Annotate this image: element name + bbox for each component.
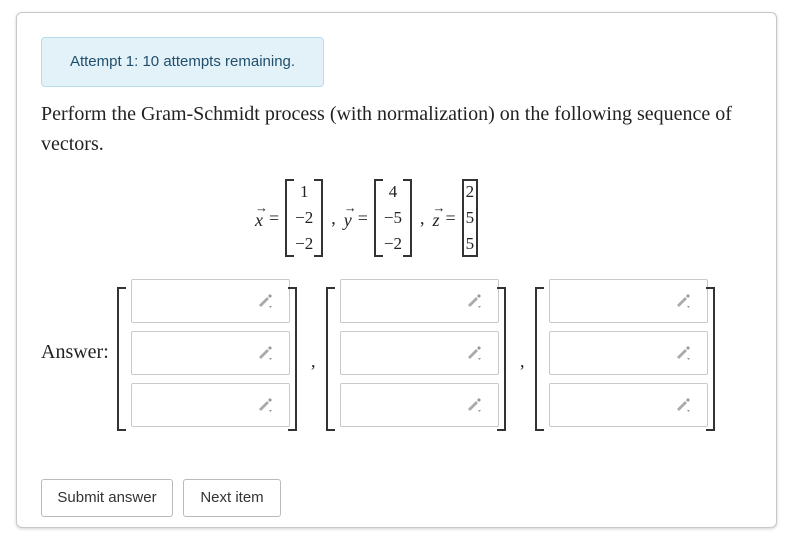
attempts-alert: Attempt 1: 10 attempts remaining. <box>41 37 324 87</box>
left-bracket <box>535 287 544 431</box>
pencil-icon <box>468 398 481 412</box>
right-bracket <box>314 179 324 257</box>
question-card: Attempt 1: 10 attempts remaining. Perfor… <box>16 12 777 528</box>
vector-y-entry-2: −5 <box>383 208 402 227</box>
answer-vector-2 <box>326 279 506 437</box>
equals-sign: = <box>269 207 280 228</box>
next-item-button[interactable]: Next item <box>183 479 281 517</box>
vector-x-matrix: 1 −2 −2 <box>285 179 324 257</box>
right-bracket <box>497 287 506 431</box>
left-bracket <box>326 287 335 431</box>
left-bracket <box>373 179 383 257</box>
pencil-icon <box>259 294 272 308</box>
answer-field-1-1[interactable] <box>131 279 290 323</box>
equals-sign: = <box>445 207 456 228</box>
vector-x-entry-3: −2 <box>295 234 314 253</box>
left-bracket <box>117 287 126 431</box>
comma: , <box>331 207 336 228</box>
pencil-icon <box>259 398 272 412</box>
pencil-icon <box>468 346 481 360</box>
vector-name-y: → y <box>343 199 357 230</box>
submit-answer-button[interactable]: Submit answer <box>41 479 173 517</box>
answer-field-3-1[interactable] <box>549 279 708 323</box>
comma: , <box>520 351 525 371</box>
comma: , <box>311 351 316 371</box>
vector-x-entry-1: 1 <box>299 182 309 201</box>
vector-y-entry-3: −2 <box>383 234 402 253</box>
answer-vector-3 <box>535 279 715 437</box>
right-bracket <box>469 179 479 257</box>
vector-z-matrix: 2 5 5 <box>461 179 479 257</box>
vector-arrow-icon: → <box>432 199 446 215</box>
answer-label: Answer: <box>41 341 109 363</box>
answer-field-1-3[interactable] <box>131 383 290 427</box>
left-bracket <box>285 179 295 257</box>
right-bracket <box>403 179 412 257</box>
pencil-icon <box>468 294 481 308</box>
vector-y-matrix: 4 −5 −2 <box>373 179 412 257</box>
attempts-text: Attempt 1: 10 attempts remaining. <box>69 53 296 70</box>
answer-vector-1 <box>117 279 297 437</box>
pencil-icon <box>677 398 690 412</box>
question-prompt: Perform the Gram-Schmidt process (with n… <box>41 103 732 155</box>
vector-name-z: → z <box>432 199 446 230</box>
answer-field-3-2[interactable] <box>549 331 708 375</box>
comma: , <box>420 207 425 228</box>
vector-y-entry-1: 4 <box>388 182 398 201</box>
vector-arrow-icon: → <box>343 199 357 215</box>
pencil-icon <box>677 346 690 360</box>
answer-field-3-3[interactable] <box>549 383 708 427</box>
pencil-icon <box>259 346 272 360</box>
answer-field-1-2[interactable] <box>131 331 290 375</box>
answer-field-2-1[interactable] <box>340 279 499 323</box>
vector-display: → x = 1 −2 −2 , → y = 4 −5 −2 , → z = 2 … <box>255 173 479 263</box>
right-bracket <box>706 287 715 431</box>
pencil-icon <box>677 294 690 308</box>
right-bracket <box>288 287 297 431</box>
vector-name-x: → x <box>255 199 268 230</box>
equals-sign: = <box>357 207 368 228</box>
vector-arrow-icon: → <box>255 199 268 215</box>
vector-x-entry-2: −2 <box>295 208 314 227</box>
answer-field-2-2[interactable] <box>340 331 499 375</box>
answer-field-2-3[interactable] <box>340 383 499 427</box>
